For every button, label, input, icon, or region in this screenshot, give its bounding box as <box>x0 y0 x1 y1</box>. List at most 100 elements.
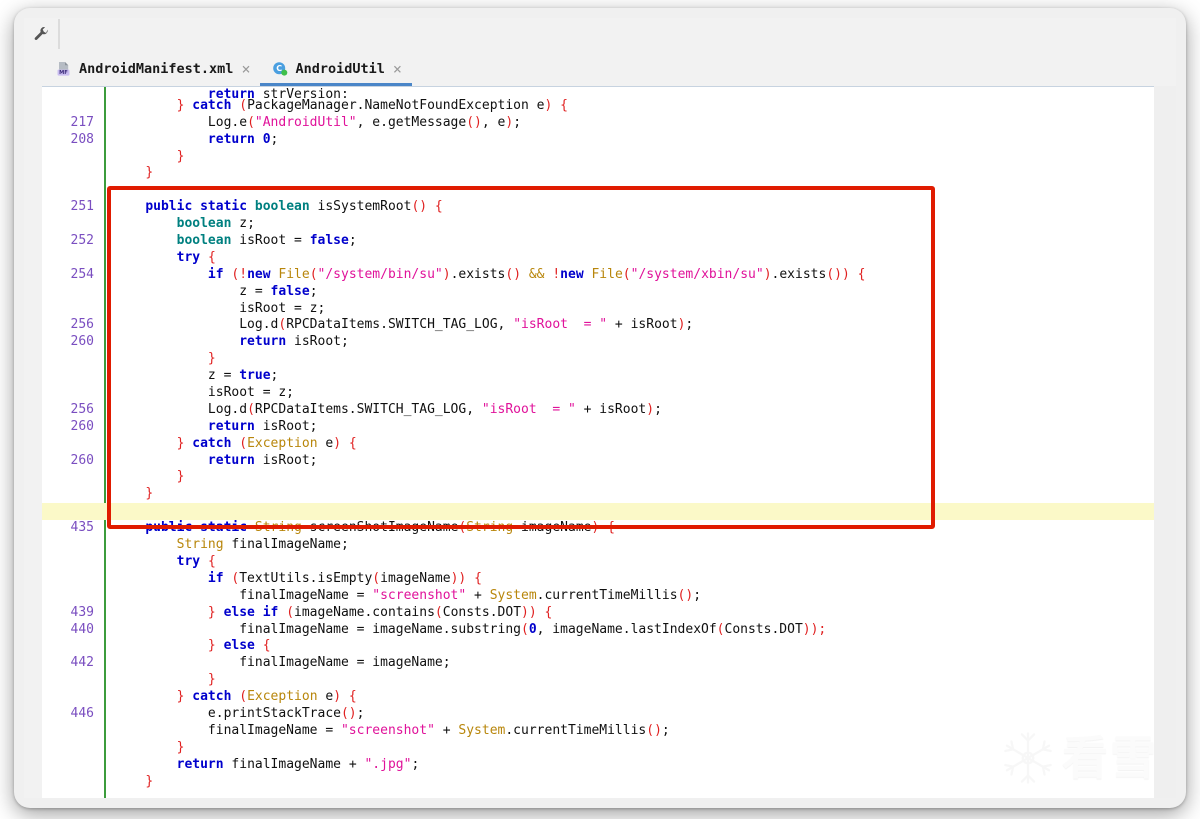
code-line-text: public static boolean isSystemRoot() { <box>145 199 443 215</box>
code-line-text: Log.e("AndroidUtil", e.getMessage(), e); <box>114 114 522 130</box>
code-line-text: public static String screenShotImageName… <box>145 520 615 536</box>
code-line[interactable]: 435 public static String screenShotImage… <box>42 520 1154 537</box>
code-line[interactable] <box>42 503 1154 521</box>
code-line[interactable]: } else { <box>42 638 1154 655</box>
code-line[interactable]: 254 if (!new File("/system/bin/su").exis… <box>42 267 1154 284</box>
line-number: 208 <box>70 131 94 147</box>
code-line[interactable]: 256 Log.d(RPCDataItems.SWITCH_TAG_LOG, "… <box>42 402 1154 419</box>
code-line-text: return isRoot; <box>207 452 318 468</box>
code-editor[interactable]: return strVersion; } catch (PackageManag… <box>42 86 1154 798</box>
code-line-text: return finalImageName + ".jpg"; <box>176 756 420 772</box>
code-line[interactable]: } catch (Exception e) { <box>42 436 1154 453</box>
line-number: 252 <box>70 233 94 249</box>
code-line-text: return isRoot; <box>207 418 318 434</box>
code-line[interactable]: boolean z; <box>42 216 1154 233</box>
code-line[interactable]: 446 e.printStackTrace(); <box>42 706 1154 723</box>
code-line-text: finalImageName = imageName; <box>114 655 451 671</box>
tab-close-icon[interactable]: × <box>239 61 252 77</box>
code-line[interactable]: 440 finalImageName = imageName.substring… <box>42 622 1154 639</box>
line-number: 260 <box>70 334 94 350</box>
code-line[interactable]: 260 return isRoot; <box>42 419 1154 436</box>
code-line[interactable]: 442 finalImageName = imageName; <box>42 655 1154 672</box>
code-line[interactable]: 251 public static boolean isSystemRoot()… <box>42 199 1154 216</box>
code-line[interactable]: } catch (Exception e) { <box>42 689 1154 706</box>
line-number: 256 <box>70 401 94 417</box>
tab-close-icon[interactable]: × <box>391 61 404 77</box>
code-line[interactable] <box>42 182 1154 199</box>
code-line-text: } <box>176 739 185 755</box>
toolbar <box>24 18 1176 51</box>
code-line-text: } <box>176 148 185 164</box>
tab-android-util[interactable]: C AndroidUtil × <box>260 52 413 86</box>
code-line-text: boolean isRoot = false; <box>176 233 357 249</box>
code-line[interactable]: return strVersion; <box>42 87 1154 98</box>
code-line-text: if (!new File("/system/bin/su").exists()… <box>207 266 866 282</box>
code-line[interactable]: 260 return isRoot; <box>42 453 1154 470</box>
code-line-text: isRoot = z; <box>114 300 326 316</box>
code-line[interactable]: isRoot = z; <box>42 301 1154 318</box>
editor-area: return strVersion; } catch (PackageManag… <box>24 86 1176 798</box>
line-number: 217 <box>70 114 94 130</box>
code-line-text: z = true; <box>114 368 279 384</box>
code-line-text: } else if (imageName.contains(Consts.DOT… <box>207 604 553 620</box>
code-line[interactable]: 260 return isRoot; <box>42 334 1154 351</box>
code-line-text: } catch (Exception e) { <box>176 435 357 451</box>
line-number: 435 <box>70 520 94 536</box>
code-line[interactable]: } <box>42 469 1154 486</box>
code-line-text: try { <box>176 249 216 265</box>
code-line[interactable]: } <box>42 486 1154 503</box>
tab-label: AndroidManifest.xml <box>79 61 234 77</box>
line-number: 446 <box>70 705 94 721</box>
line-number: 251 <box>70 199 94 215</box>
line-number: 442 <box>70 655 94 671</box>
code-line[interactable]: try { <box>42 554 1154 571</box>
right-tool-rail[interactable] <box>1153 86 1176 798</box>
tab-android-manifest-xml[interactable]: MF AndroidManifest.xml × <box>44 52 260 86</box>
code-line[interactable]: try { <box>42 250 1154 267</box>
code-line-text: } <box>207 351 216 367</box>
code-line[interactable]: isRoot = z; <box>42 385 1154 402</box>
code-line[interactable]: finalImageName = "screenshot" + System.c… <box>42 588 1154 605</box>
code-line[interactable]: return finalImageName + ".jpg"; <box>42 757 1154 774</box>
code-line[interactable]: 439 } else if (imageName.contains(Consts… <box>42 605 1154 622</box>
code-line-text: isRoot = z; <box>114 385 295 401</box>
tab-label: AndroidUtil <box>295 61 385 77</box>
manifest-file-icon: MF <box>56 61 72 77</box>
code-line[interactable]: } <box>42 149 1154 166</box>
code-line-text: Log.d(RPCDataItems.SWITCH_TAG_LOG, "isRo… <box>114 401 662 417</box>
code-line[interactable]: } <box>42 165 1154 182</box>
code-line[interactable]: 208 return 0; <box>42 132 1154 149</box>
code-line[interactable]: String finalImageName; <box>42 537 1154 554</box>
code-line[interactable]: } catch (PackageManager.NameNotFoundExce… <box>42 98 1154 115</box>
code-line-text: finalImageName = imageName.substring(0, … <box>114 621 827 637</box>
code-line-text: finalImageName = "screenshot" + System.c… <box>114 722 670 738</box>
code-line[interactable]: z = false; <box>42 284 1154 301</box>
code-line-text: Log.d(RPCDataItems.SWITCH_TAG_LOG, "isRo… <box>114 317 694 333</box>
code-line-text: } <box>145 165 154 181</box>
code-line-text: e.printStackTrace(); <box>114 705 365 721</box>
code-line[interactable]: finalImageName = "screenshot" + System.c… <box>42 723 1154 740</box>
code-line-text: z = false; <box>114 283 318 299</box>
line-number: 260 <box>70 418 94 434</box>
code-line[interactable]: 256 Log.d(RPCDataItems.SWITCH_TAG_LOG, "… <box>42 317 1154 334</box>
code-line-text: } catch (PackageManager.NameNotFoundExce… <box>176 97 568 113</box>
line-number: 254 <box>70 266 94 282</box>
code-line[interactable]: 217 Log.e("AndroidUtil", e.getMessage(),… <box>42 115 1154 132</box>
code-line[interactable]: } <box>42 672 1154 689</box>
ide-window: MF AndroidManifest.xml × C AndroidUtil ×… <box>14 8 1186 808</box>
left-tool-rail[interactable] <box>24 86 43 798</box>
code-line[interactable]: } <box>42 351 1154 368</box>
settings-wrench-button[interactable] <box>24 19 59 49</box>
code-line[interactable]: if (TextUtils.isEmpty(imageName)) { <box>42 571 1154 588</box>
code-line[interactable]: 252 boolean isRoot = false; <box>42 233 1154 250</box>
toolbar-separator <box>59 19 60 49</box>
code-line[interactable]: } <box>42 774 1154 791</box>
code-line-text: } <box>145 773 154 789</box>
code-line-text: boolean z; <box>176 216 255 232</box>
code-line-text: } <box>145 486 154 502</box>
code-line[interactable]: z = true; <box>42 368 1154 385</box>
code-line-text: } catch (Exception e) { <box>176 689 357 705</box>
wrench-icon <box>34 26 48 40</box>
code-line[interactable]: } <box>42 740 1154 757</box>
code-content[interactable]: return strVersion; } catch (PackageManag… <box>42 87 1154 798</box>
